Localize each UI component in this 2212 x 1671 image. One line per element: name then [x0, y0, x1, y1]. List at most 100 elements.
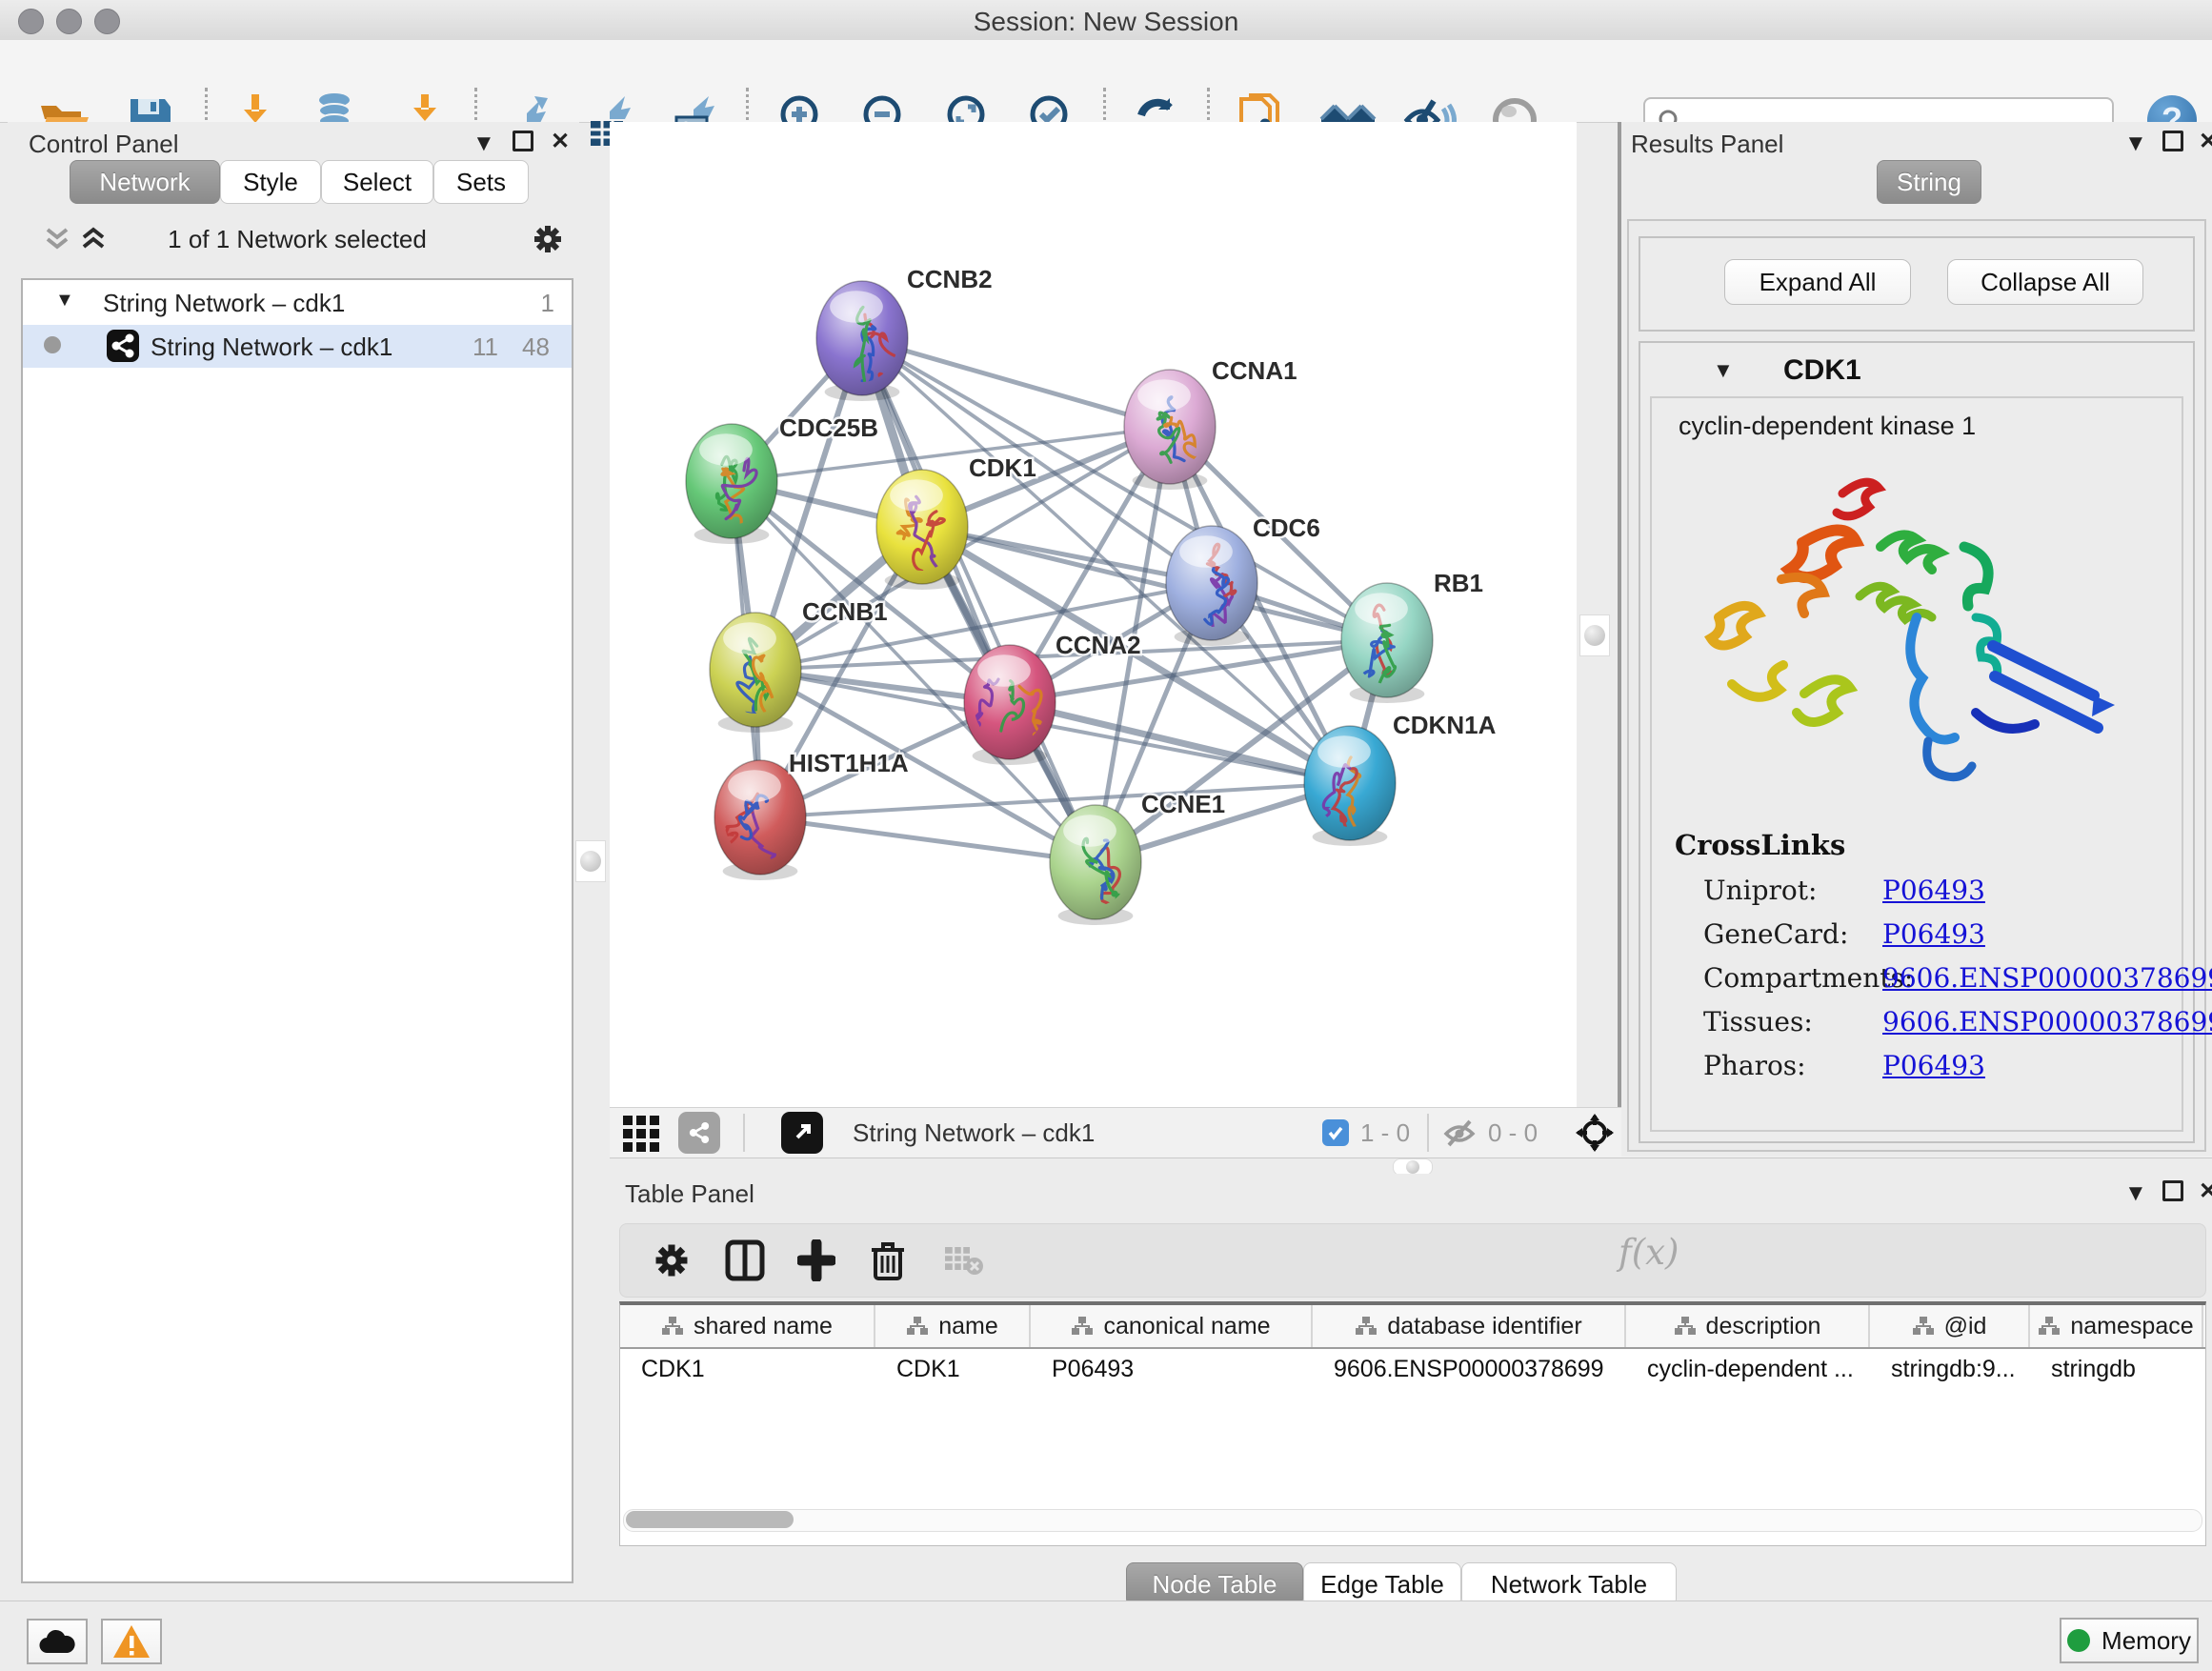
network-collection-row[interactable]: ▼ String Network – cdk1 1	[23, 282, 572, 325]
network-row-selected[interactable]: String Network – cdk1 11 48	[23, 325, 572, 368]
tab-style[interactable]: Style	[220, 160, 321, 204]
node-label-CCNB2: CCNB2	[907, 265, 993, 293]
section-collapse-icon[interactable]: ▼	[1713, 358, 1734, 383]
float-panel-button[interactable]	[513, 131, 533, 151]
crosslink-row: Compartments:9606.ENSP00000378699	[1675, 962, 1845, 1006]
collapse-panel-button[interactable]: ▼	[473, 131, 495, 156]
column-type-icon	[1912, 1316, 1935, 1337]
horizontal-scrollbar[interactable]	[623, 1509, 2202, 1532]
collection-count: 1	[541, 289, 554, 318]
close-panel-button[interactable]: ✕	[551, 130, 570, 154]
table-cell[interactable]: stringdb	[2030, 1349, 2203, 1389]
cloud-tasks-button[interactable]	[27, 1619, 88, 1664]
selected-node-edge-counts: 1 - 0	[1360, 1118, 1410, 1148]
node-CCNE1[interactable]	[1050, 805, 1141, 925]
column-header-label: name	[938, 1313, 998, 1340]
column-header-canonical-name[interactable]: canonical name	[1031, 1305, 1313, 1347]
node-CCNB2[interactable]	[816, 281, 908, 401]
title-bar: Session: New Session	[0, 0, 2212, 41]
crosslink-link[interactable]: P06493	[1882, 875, 1985, 906]
table-row[interactable]: CDK1CDK1P064939606.ENSP00000378699cyclin…	[620, 1349, 2205, 1389]
crosslink-link[interactable]: P06493	[1882, 1050, 1985, 1081]
warnings-button[interactable]	[101, 1619, 162, 1664]
right-splitter-handle[interactable]	[1579, 614, 1610, 656]
collapse-all-icon[interactable]	[44, 227, 72, 252]
node-RB1[interactable]	[1341, 583, 1433, 703]
memory-status-dot	[2067, 1629, 2090, 1652]
protein-structure-image	[1690, 455, 2147, 827]
column-header-description[interactable]: description	[1626, 1305, 1870, 1347]
crosslink-label: Pharos:	[1703, 1050, 1806, 1081]
column-type-icon	[906, 1316, 929, 1337]
close-panel-button[interactable]: ✕	[2199, 130, 2212, 154]
edge-CCNB2-CCNE1[interactable]	[862, 338, 1096, 862]
crosslink-link[interactable]: P06493	[1882, 918, 1985, 950]
column-header-database-identifier[interactable]: database identifier	[1313, 1305, 1626, 1347]
network-canvas[interactable]: CCNB2CCNA1CDC25BCDK1CDC6RB1CCNB1CCNA2CDK…	[610, 122, 1577, 1107]
cloud-icon	[38, 1628, 76, 1655]
table-cell[interactable]: 9606.ENSP00000378699	[1313, 1349, 1626, 1389]
network-options-gear-icon[interactable]	[532, 223, 564, 255]
node-label-CDC6: CDC6	[1253, 513, 1320, 542]
table-cell[interactable]: CDK1	[875, 1349, 1031, 1389]
table-cell[interactable]: stringdb:9...	[1870, 1349, 2030, 1389]
delete-column-button[interactable]	[861, 1234, 915, 1287]
memory-label: Memory	[2101, 1626, 2191, 1656]
crosslink-link[interactable]: 9606.ENSP00000378699	[1882, 1006, 2212, 1037]
network-share-icon[interactable]	[678, 1112, 720, 1154]
edge-CCNE1-HIST1H1A[interactable]	[760, 817, 1096, 862]
node-CCNA2[interactable]	[964, 645, 1056, 765]
collapse-all-button[interactable]: Collapse All	[1947, 259, 2143, 305]
column-type-icon	[661, 1316, 684, 1337]
warning-icon	[111, 1623, 151, 1660]
tab-sets[interactable]: Sets	[433, 160, 529, 204]
node-label-HIST1H1A: HIST1H1A	[789, 749, 909, 777]
create-column-button[interactable]	[790, 1234, 843, 1287]
float-panel-button[interactable]	[2162, 131, 2183, 151]
scrollbar-thumb[interactable]	[626, 1511, 794, 1528]
delete-table-button[interactable]	[937, 1234, 991, 1287]
grid-view-icon[interactable]	[623, 1116, 661, 1152]
left-splitter-handle[interactable]	[575, 840, 606, 882]
node-CCNA1[interactable]	[1124, 370, 1216, 490]
results-panel-title: Results Panel	[1631, 130, 1783, 159]
node-label-CCNA2: CCNA2	[1056, 631, 1141, 659]
node-CDKN1A[interactable]	[1304, 726, 1396, 847]
network-view-title: String Network – cdk1	[853, 1118, 1095, 1148]
table-cell[interactable]: CDK1	[620, 1349, 875, 1389]
show-columns-button[interactable]	[718, 1234, 772, 1287]
function-builder-button[interactable]: f(x)	[1619, 1232, 1679, 1273]
collapse-panel-button[interactable]: ▼	[2124, 1181, 2147, 1206]
table-cell[interactable]: cyclin-dependent ...	[1626, 1349, 1870, 1389]
toolbar-separator	[743, 1114, 745, 1152]
collapse-panel-button[interactable]: ▼	[2124, 131, 2147, 156]
table-cell[interactable]: P06493	[1031, 1349, 1313, 1389]
column-header-namespace[interactable]: namespace	[2030, 1305, 2203, 1347]
float-panel-button[interactable]	[2162, 1180, 2183, 1201]
expand-all-button[interactable]: Expand All	[1724, 259, 1911, 305]
node-CDK1[interactable]	[876, 470, 968, 590]
tree-expand-icon[interactable]: ▼	[55, 290, 74, 312]
node-CDC25B[interactable]	[686, 424, 777, 544]
tab-string[interactable]: String	[1877, 160, 1981, 204]
column-header-shared-name[interactable]: shared name	[620, 1305, 875, 1347]
memory-button[interactable]: Memory	[2060, 1618, 2199, 1663]
selected-checkbox[interactable]	[1322, 1119, 1349, 1146]
tab-network[interactable]: Network	[70, 160, 220, 204]
crosslink-link[interactable]: 9606.ENSP00000378699	[1882, 962, 2212, 994]
table-options-button[interactable]	[645, 1234, 698, 1287]
crosslink-row: Tissues:9606.ENSP00000378699	[1675, 1006, 1845, 1050]
birds-eye-view-icon[interactable]	[1576, 1114, 1614, 1152]
column-header-name[interactable]: name	[875, 1305, 1031, 1347]
close-panel-button[interactable]: ✕	[2199, 1179, 2212, 1204]
tab-select[interactable]: Select	[321, 160, 433, 204]
crosslink-row: GeneCard:P06493	[1675, 918, 1845, 962]
node-HIST1H1A[interactable]	[714, 760, 806, 881]
edge-CCNA2-CDKN1A[interactable]	[1010, 702, 1350, 783]
column-header--id[interactable]: @id	[1870, 1305, 2030, 1347]
node-CCNB1[interactable]	[710, 613, 801, 733]
column-header-label: @id	[1944, 1313, 1987, 1340]
open-view-in-window-button[interactable]	[781, 1112, 823, 1154]
trash-icon	[870, 1238, 906, 1282]
results-panel: Results Panel ▼ ✕ String Expand All Coll…	[1621, 122, 2212, 1157]
